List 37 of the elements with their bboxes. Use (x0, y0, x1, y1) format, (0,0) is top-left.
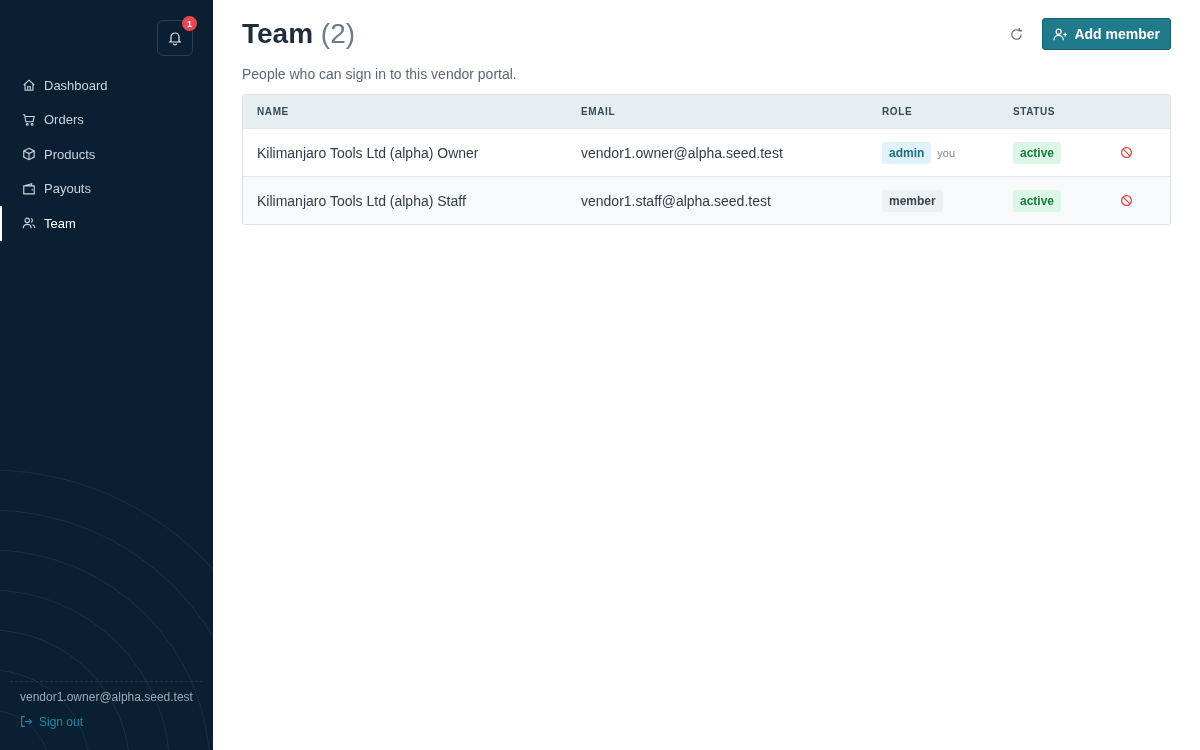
nav-item[interactable]: Dashboard (0, 68, 213, 103)
status-tag: active (1013, 189, 1062, 212)
add-person-icon (1053, 26, 1069, 42)
table-cell-text: Kilimanjaro Tools Ltd (alpha) Staff (256, 192, 467, 209)
nav-item[interactable]: Orders (0, 102, 213, 137)
add-member-button[interactable]: Add member (1042, 18, 1171, 50)
column-header: STATUS (1012, 106, 1057, 117)
page-subtitle: People who can sign in to this vendor portal. (242, 66, 518, 82)
remove-member-button[interactable] (1118, 192, 1135, 209)
nav-item[interactable]: Payouts (0, 171, 213, 206)
home-icon (22, 78, 36, 93)
prohibited-icon (1120, 146, 1133, 159)
role-tag: admin (882, 141, 932, 164)
page-title: Team (2) (242, 18, 356, 50)
nav-item[interactable]: Team (0, 206, 213, 241)
table-cell-text: vendor1.owner@alpha.seed.test (580, 144, 784, 161)
table-cell-text: Kilimanjaro Tools Ltd (alpha) Owner (256, 144, 480, 161)
notification-count: 1 (182, 16, 197, 31)
sign-out-link[interactable]: Sign out (20, 714, 84, 729)
column-header: ROLE (881, 106, 914, 117)
column-header: NAME (256, 106, 290, 117)
cart-icon (22, 112, 36, 127)
role-tag: member (882, 189, 943, 212)
box-icon (22, 147, 36, 162)
prohibited-icon (1120, 194, 1133, 207)
wallet-icon (22, 181, 36, 196)
refresh-icon (1009, 26, 1025, 42)
column-header: EMAIL (580, 106, 617, 117)
sign-out-icon (20, 715, 33, 728)
status-tag: active (1013, 141, 1062, 164)
user-email: vendor1.owner@alpha.seed.test (20, 690, 193, 704)
you-label: you (937, 146, 956, 159)
table-cell-text: vendor1.staff@alpha.seed.test (580, 192, 772, 209)
people-icon (22, 216, 36, 231)
remove-member-button[interactable] (1118, 144, 1135, 161)
bell-icon (167, 30, 183, 46)
nav-item[interactable]: Products (0, 137, 213, 172)
